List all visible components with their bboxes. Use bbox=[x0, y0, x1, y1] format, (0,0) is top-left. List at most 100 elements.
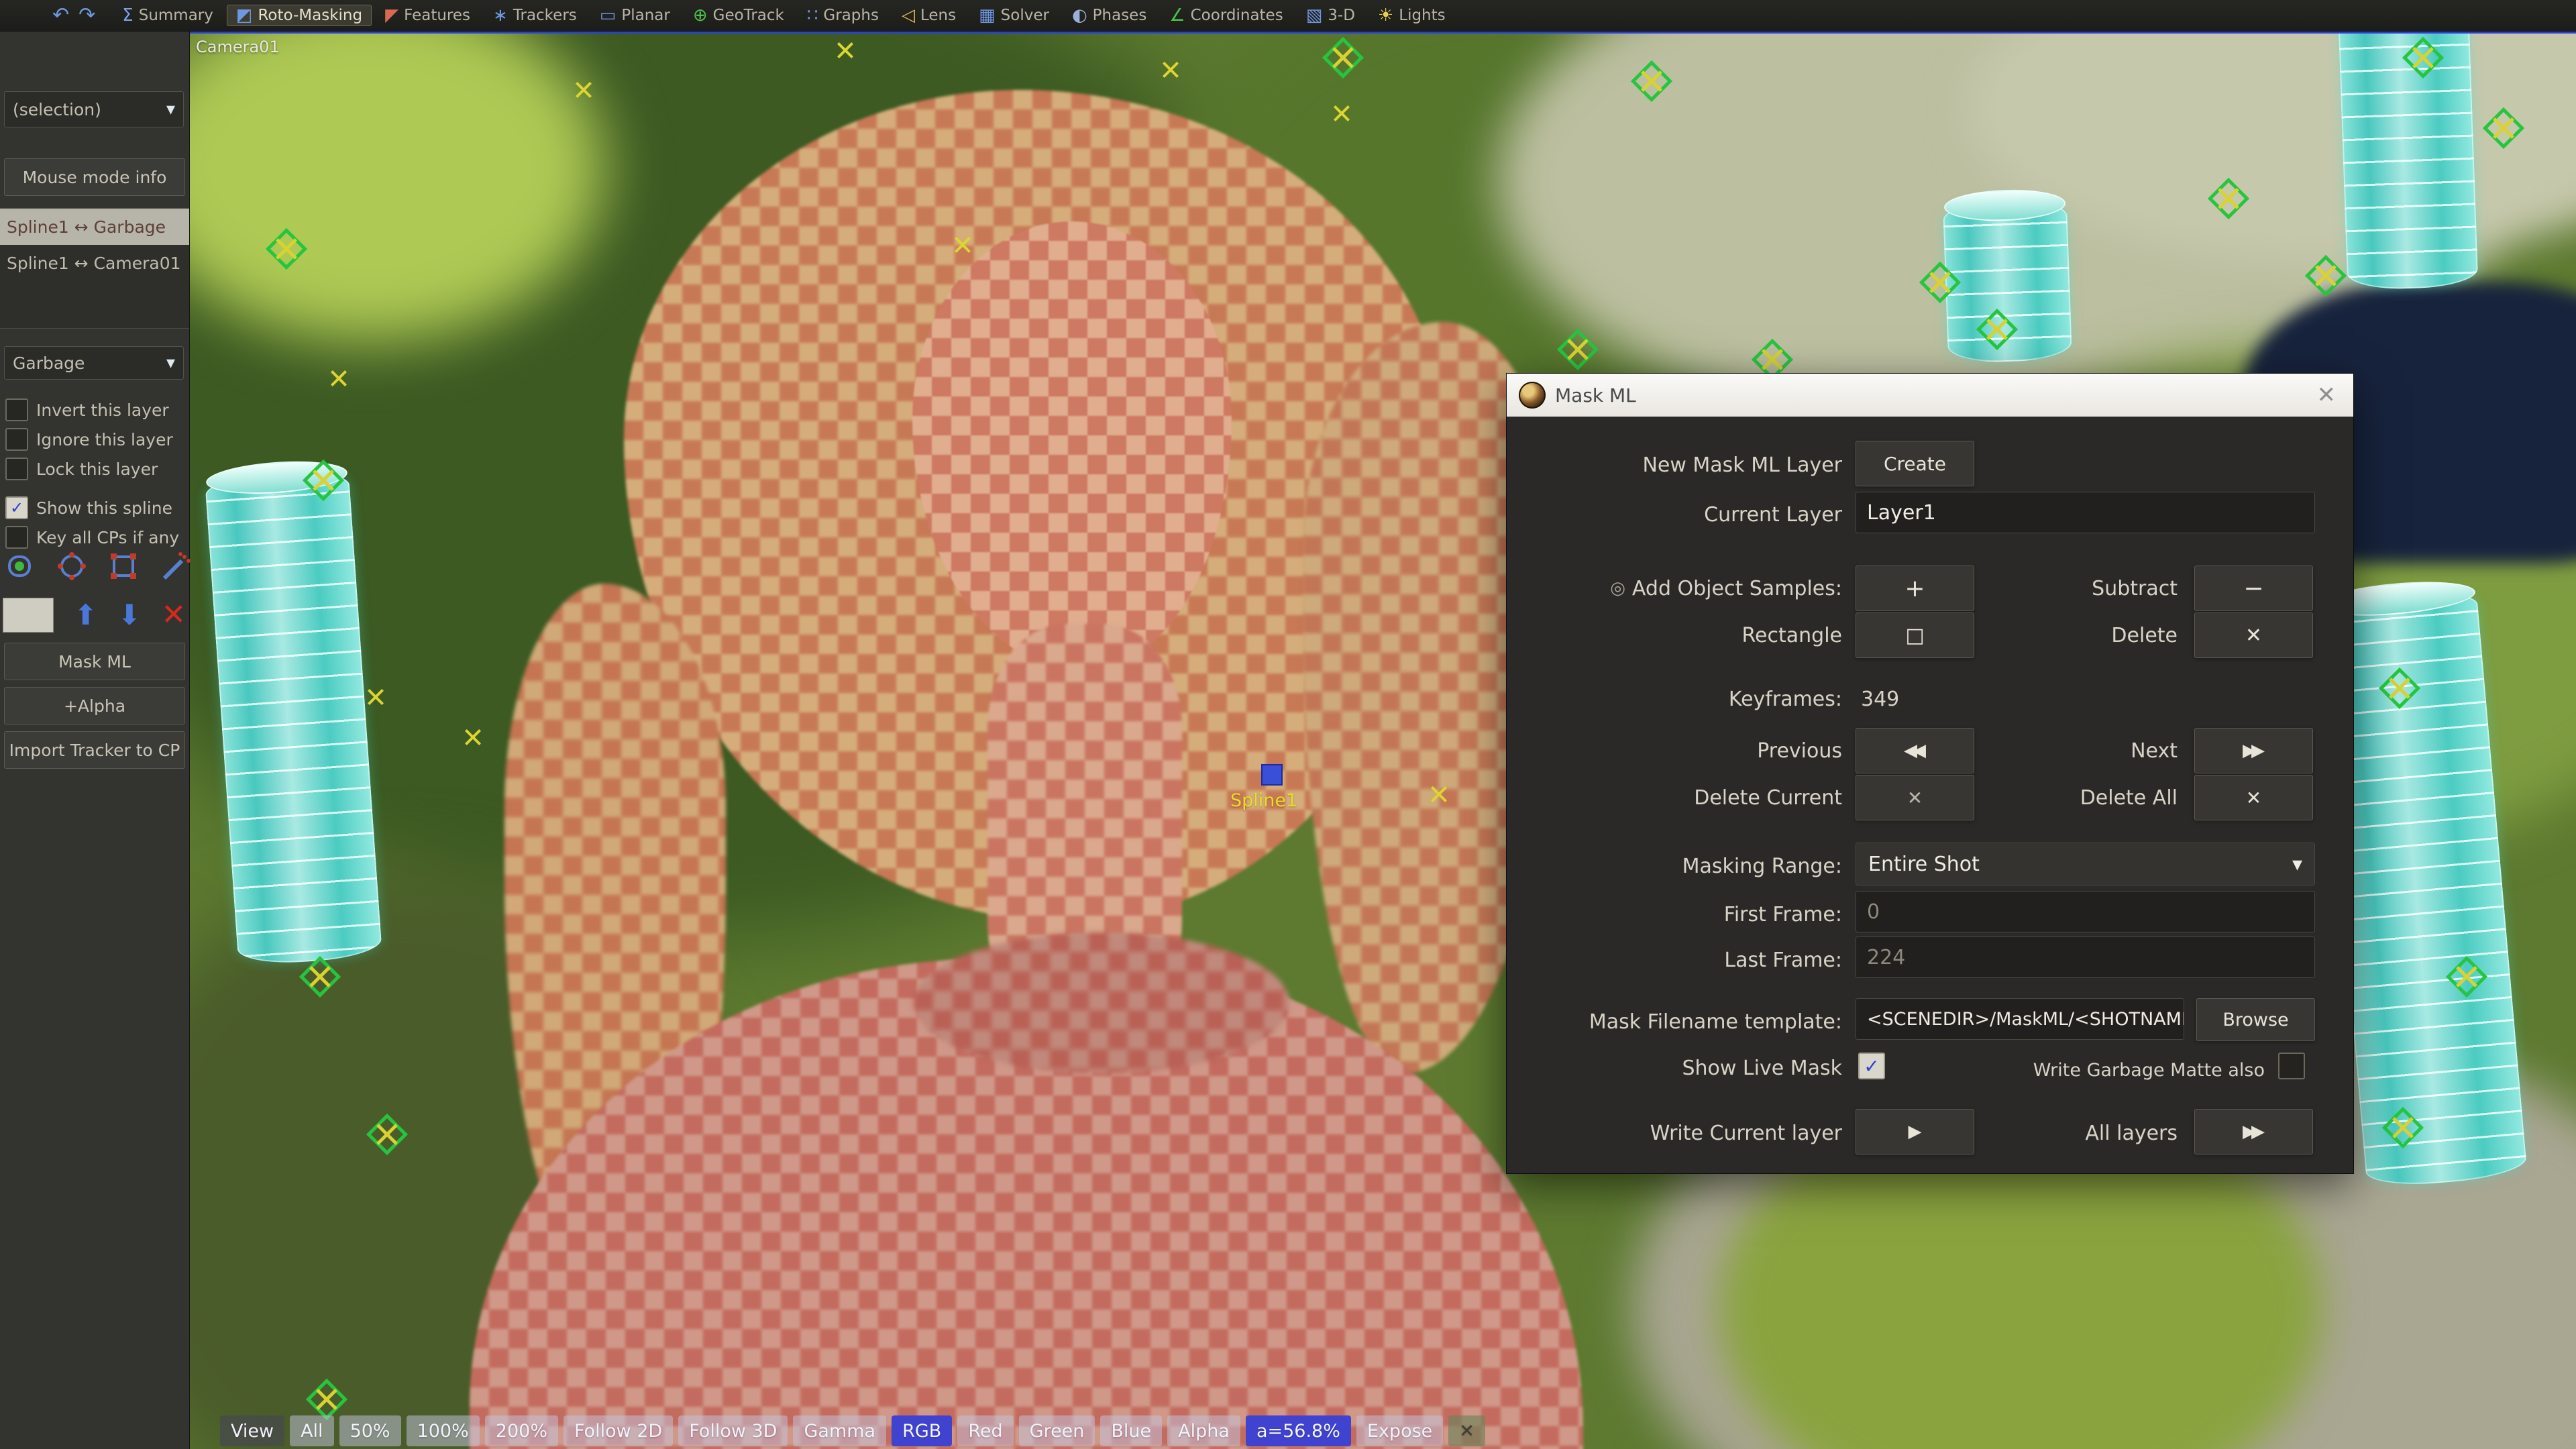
toolbar-item-geotrack[interactable]: ⊕ GeoTrack bbox=[684, 5, 794, 26]
viewbar-follow-2d[interactable]: Follow 2D bbox=[563, 1415, 674, 1446]
mask-ml-button[interactable]: Mask ML bbox=[4, 643, 185, 680]
tracker-cross-marker[interactable] bbox=[366, 687, 386, 707]
dialog-titlebar[interactable]: Mask ML ✕ bbox=[1507, 374, 2353, 417]
viewbar-a-56-8-[interactable]: a=56.8% bbox=[1245, 1415, 1351, 1446]
tracker-cross-marker[interactable] bbox=[463, 727, 483, 747]
layer-dropdown[interactable]: Garbage ▾ bbox=[4, 346, 184, 380]
checkbox-label: Lock this layer bbox=[36, 459, 158, 479]
undo-icon[interactable]: ↶ bbox=[52, 2, 69, 29]
layer-color-swatch[interactable] bbox=[3, 598, 54, 633]
toolbar-item-summary[interactable]: Σ Summary bbox=[113, 5, 223, 26]
selection-dropdown[interactable]: (selection) ▾ bbox=[4, 91, 184, 127]
toolbar-item-trackers[interactable]: ∗ Trackers bbox=[484, 5, 586, 26]
delete-all-label: Delete All bbox=[2080, 786, 2178, 810]
selection-dropdown-value: (selection) bbox=[13, 99, 101, 119]
tracker-cross-marker[interactable] bbox=[1332, 103, 1352, 123]
write-all-layers-button[interactable]: ▶▶ bbox=[2194, 1109, 2313, 1155]
spline-control-point[interactable] bbox=[1261, 764, 1283, 786]
masking-range-value: Entire Shot bbox=[1868, 852, 1980, 876]
close-icon[interactable]: ✕ bbox=[2312, 382, 2342, 409]
delete-spline-button[interactable]: ✕ bbox=[161, 598, 186, 632]
-alpha-button[interactable]: +Alpha bbox=[4, 687, 185, 724]
checkbox-ignore-this-layer[interactable]: Ignore this layer bbox=[5, 426, 173, 453]
toolbar-item-lens[interactable]: ◁ Lens bbox=[892, 5, 965, 26]
rectangle-sample-button[interactable]: □ bbox=[1856, 612, 1974, 658]
viewbar-green[interactable]: Green bbox=[1018, 1415, 1095, 1446]
tracker-cross-marker[interactable] bbox=[1429, 784, 1449, 804]
toolbar-item-label: Planar bbox=[621, 7, 670, 24]
viewbar-red[interactable]: Red bbox=[957, 1415, 1014, 1446]
next-keyframe-button[interactable]: ▶▶ bbox=[2194, 728, 2313, 773]
delete-sample-button[interactable]: ✕ bbox=[2194, 612, 2313, 658]
fast-forward-icon: ▶▶ bbox=[2243, 1122, 2265, 1142]
viewbar-expose[interactable]: Expose bbox=[1356, 1415, 1444, 1446]
checkbox-show-this-spline[interactable]: ✓ Show this spline bbox=[5, 494, 172, 521]
subtract-button[interactable]: − bbox=[2194, 566, 2313, 611]
spline-list-item[interactable]: Spline1 ↔ Garbage bbox=[0, 209, 189, 245]
coordinates-axis-icon: ∠ bbox=[1169, 5, 1185, 25]
tracker-cross-marker[interactable] bbox=[1161, 60, 1181, 80]
viewbar-100-[interactable]: 100% bbox=[406, 1415, 480, 1446]
toolbar-item-planar[interactable]: ▭ Planar bbox=[590, 5, 680, 26]
viewbar-gamma[interactable]: Gamma bbox=[793, 1415, 887, 1446]
create-layer-button[interactable]: Create bbox=[1856, 441, 1974, 486]
current-layer-label: Current Layer bbox=[1704, 502, 1842, 527]
checkbox-unchecked-icon bbox=[5, 428, 28, 451]
redo-icon[interactable]: ↷ bbox=[78, 2, 95, 29]
delete-all-keyframes-button[interactable]: ✕ bbox=[2194, 775, 2313, 820]
toolbar-item-phases[interactable]: ◐ Phases bbox=[1063, 5, 1156, 26]
viewbar-all[interactable]: All bbox=[290, 1415, 334, 1446]
viewbar-rgb[interactable]: RGB bbox=[892, 1415, 953, 1446]
toolbar-item-graphs[interactable]: ∷ Graphs bbox=[798, 5, 888, 26]
write-garbage-checkbox[interactable] bbox=[2278, 1053, 2305, 1079]
tracker-cross-marker[interactable] bbox=[835, 40, 855, 60]
viewbar-50-[interactable]: 50% bbox=[339, 1415, 401, 1446]
tracker-cross-marker[interactable] bbox=[329, 368, 349, 388]
last-frame-input[interactable]: 224 bbox=[1856, 936, 2315, 978]
checkbox-key-all-cps-if-any[interactable]: Key all CPs if any bbox=[5, 524, 179, 551]
add-samples-button[interactable]: + bbox=[1856, 566, 1974, 611]
viewbar-follow-3d[interactable]: Follow 3D bbox=[678, 1415, 788, 1446]
checkbox-lock-this-layer[interactable]: Lock this layer bbox=[5, 455, 158, 482]
capsule-spline-tool-icon[interactable] bbox=[3, 549, 37, 584]
show-live-mask-checkbox[interactable]: ✓ bbox=[1858, 1053, 1885, 1079]
viewbar-blue[interactable]: Blue bbox=[1100, 1415, 1163, 1446]
spline-edit-row: ⬆ ⬇ ✕ bbox=[0, 598, 192, 633]
tracker-cross-marker[interactable] bbox=[574, 80, 594, 100]
spline-list-item[interactable]: Spline1 ↔ Camera01 bbox=[0, 245, 189, 281]
masked-person-neckline bbox=[914, 932, 1289, 1073]
tracker-cross-marker[interactable] bbox=[953, 235, 973, 255]
keyframes-value: 349 bbox=[1861, 687, 1900, 711]
viewbar-view[interactable]: View bbox=[220, 1415, 285, 1446]
rectangle-spline-tool-icon[interactable] bbox=[106, 549, 140, 584]
delete-current-keyframe-button[interactable]: ✕ bbox=[1856, 775, 1974, 820]
viewbar-200-[interactable]: 200% bbox=[484, 1415, 558, 1446]
magic-wand-tool-icon[interactable] bbox=[158, 549, 192, 584]
previous-keyframe-button[interactable]: ◀◀ bbox=[1856, 728, 1974, 773]
lights-bulb-icon: ☀ bbox=[1377, 5, 1394, 25]
ellipse-spline-tool-icon[interactable] bbox=[54, 549, 89, 584]
toolbar-item-solver[interactable]: ▦ Solver bbox=[969, 5, 1059, 26]
chevron-down-icon: ▾ bbox=[166, 99, 175, 119]
viewbar-alpha[interactable]: Alpha bbox=[1167, 1415, 1240, 1446]
write-current-layer-button[interactable]: ▶ bbox=[1856, 1109, 1974, 1155]
import-tracker-to-cp-button[interactable]: Import Tracker to CP bbox=[4, 731, 185, 769]
toolbar-item-3-d[interactable]: ▧ 3-D bbox=[1297, 5, 1364, 26]
first-frame-input[interactable]: 0 bbox=[1856, 891, 2315, 932]
first-frame-label: First Frame: bbox=[1723, 902, 1842, 926]
browse-button[interactable]: Browse bbox=[2196, 998, 2315, 1041]
move-up-button[interactable]: ⬆ bbox=[74, 598, 97, 632]
toolbar-item-coordinates[interactable]: ∠ Coordinates bbox=[1160, 5, 1292, 26]
current-layer-input[interactable]: Layer1 bbox=[1856, 492, 2315, 533]
toolbar-item-roto-masking[interactable]: ◩ Roto-Masking bbox=[226, 5, 372, 26]
toolbar-item-features[interactable]: ◤ Features bbox=[376, 5, 480, 26]
toolbar-item-lights[interactable]: ☀ Lights bbox=[1368, 5, 1455, 26]
mask-filename-template-input[interactable]: <SCENEDIR>/MaskML/<SHOTNAME>_<M bbox=[1856, 998, 2184, 1040]
template-label: Mask Filename template: bbox=[1589, 1010, 1842, 1034]
viewbar--[interactable]: ✕ bbox=[1448, 1415, 1485, 1446]
toolbar-item-label: Trackers bbox=[513, 7, 577, 24]
move-down-button[interactable]: ⬇ bbox=[117, 598, 141, 632]
checkbox-invert-this-layer[interactable]: Invert this layer bbox=[5, 396, 169, 423]
mouse-mode-info-button[interactable]: Mouse mode info bbox=[4, 158, 185, 196]
masking-range-select[interactable]: Entire Shot ▾ bbox=[1856, 843, 2315, 885]
